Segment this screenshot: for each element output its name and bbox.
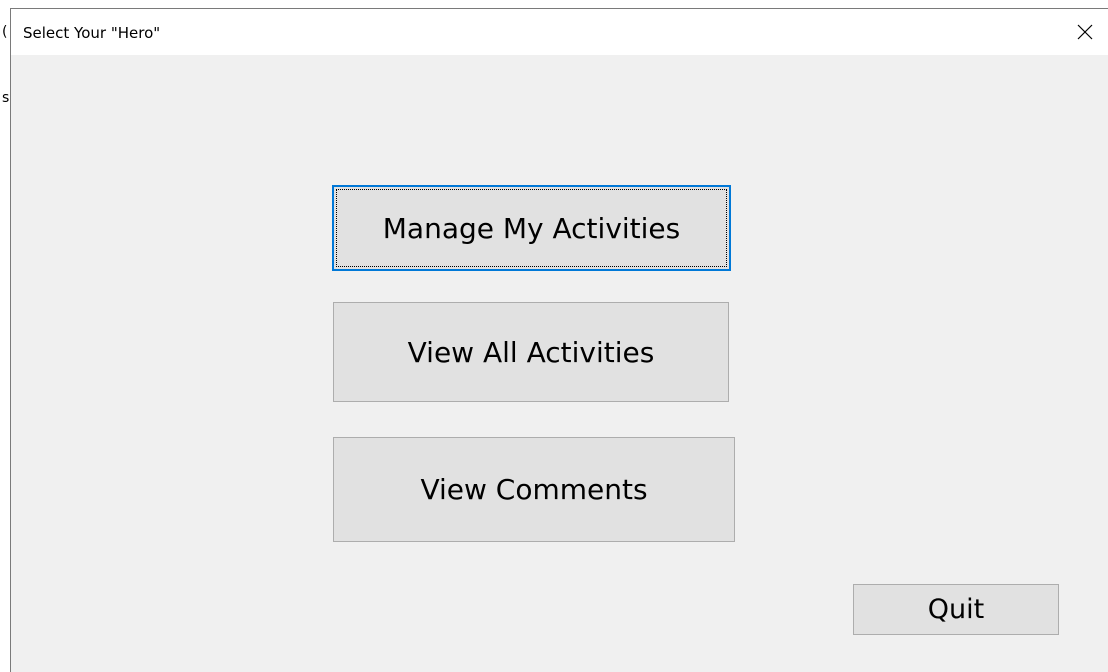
- background-text-fragment: s: [2, 90, 10, 106]
- view-comments-label: View Comments: [420, 473, 648, 506]
- quit-button[interactable]: Quit: [853, 584, 1059, 635]
- close-button[interactable]: [1068, 15, 1102, 49]
- close-icon: [1077, 24, 1093, 40]
- window-title: Select Your "Hero": [23, 24, 161, 42]
- title-bar[interactable]: Select Your "Hero": [11, 9, 1108, 55]
- view-all-activities-label: View All Activities: [407, 335, 655, 369]
- background-text-fragment: (: [2, 24, 8, 40]
- manage-my-activities-label: Manage My Activities: [382, 211, 681, 245]
- quit-label: Quit: [927, 594, 985, 625]
- dialog-window: Select Your "Hero" Manage My Activities …: [10, 8, 1108, 672]
- view-comments-button[interactable]: View Comments: [333, 437, 735, 542]
- view-all-activities-button[interactable]: View All Activities: [333, 302, 729, 402]
- manage-my-activities-button[interactable]: Manage My Activities: [332, 185, 731, 271]
